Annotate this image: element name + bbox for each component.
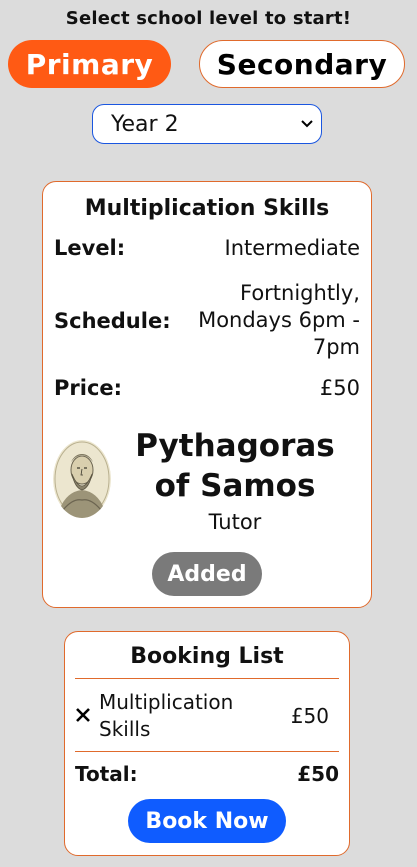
- start-prompt: Select school level to start!: [65, 8, 352, 29]
- booking-item-price: £50: [290, 704, 329, 728]
- booking-list-card: Booking List Multiplication Skills £50 T…: [64, 631, 350, 856]
- added-button[interactable]: Added: [152, 552, 262, 596]
- course-card: Multiplication Skills Level: Intermediat…: [42, 181, 372, 608]
- schedule-value: Fortnightly, Mondays 6pm - 7pm: [198, 281, 360, 359]
- booking-list-title: Booking List: [130, 644, 284, 669]
- course-title: Multiplication Skills: [84, 196, 330, 221]
- course-price-row: Price: £50: [54, 376, 360, 400]
- chevron-down-icon: [301, 116, 313, 132]
- primary-level-button[interactable]: Primary: [8, 40, 171, 88]
- tutor-avatar: [53, 440, 111, 518]
- close-icon[interactable]: [75, 704, 99, 729]
- price-value: £50: [319, 376, 360, 400]
- price-label: Price:: [54, 376, 123, 400]
- tutor-name: Pythagoras of Samos: [135, 428, 335, 504]
- divider: [75, 751, 339, 752]
- course-level-row: Level: Intermediate: [54, 236, 360, 260]
- secondary-level-button[interactable]: Secondary: [199, 40, 405, 88]
- year-select-value: Year 2: [111, 111, 179, 137]
- booking-item-name: Multiplication Skills: [99, 690, 234, 741]
- booking-item: Multiplication Skills £50: [75, 687, 329, 745]
- book-now-button[interactable]: Book Now: [128, 799, 286, 843]
- tutor-role: Tutor: [208, 510, 262, 534]
- level-value: Intermediate: [224, 236, 361, 260]
- total-value: £50: [297, 762, 339, 786]
- total-label: Total:: [75, 762, 138, 786]
- divider: [75, 678, 339, 679]
- schedule-label: Schedule:: [54, 308, 171, 333]
- level-label: Level:: [54, 236, 126, 260]
- course-schedule-row: Schedule: Fortnightly, Mondays 6pm - 7pm: [54, 280, 360, 361]
- total-row: Total: £50: [75, 762, 339, 786]
- year-select[interactable]: Year 2: [92, 104, 322, 144]
